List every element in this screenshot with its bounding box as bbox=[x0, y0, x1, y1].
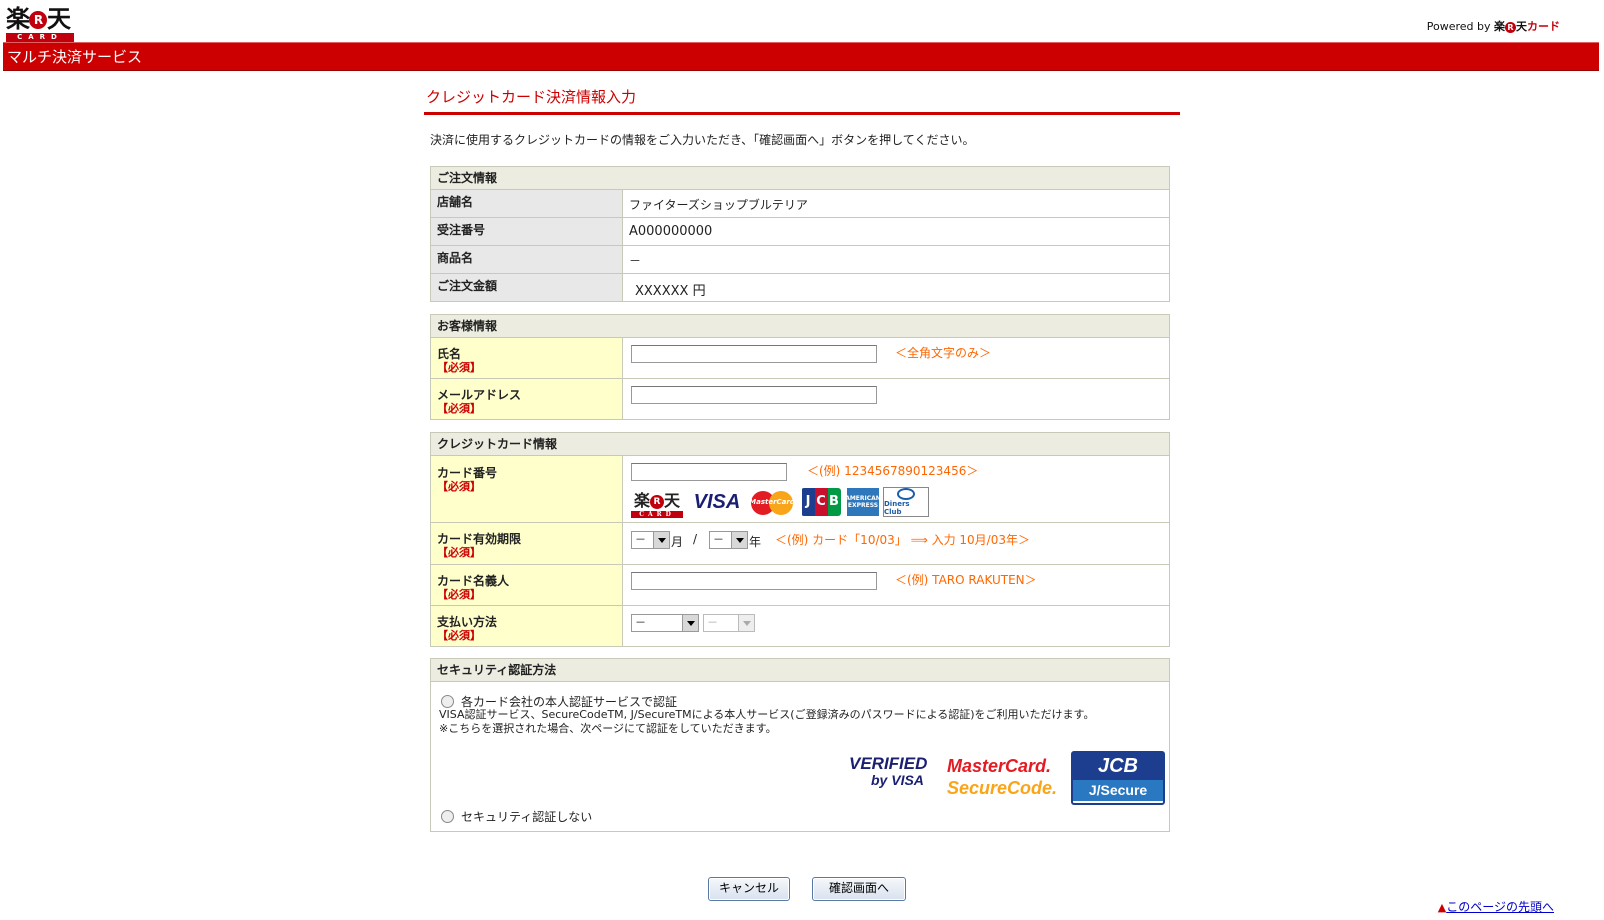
name-cell: ＜全角文字のみ＞ bbox=[623, 338, 1169, 378]
diners-club-logo: Diners Club bbox=[883, 487, 929, 517]
customer-row-name: 氏名 【必須】 ＜全角文字のみ＞ bbox=[431, 338, 1169, 379]
expiry-hint: ＜(例) カード「10/03」 ⟹ 入力 10月/03年＞ bbox=[775, 533, 1030, 547]
required-mark: 【必須】 bbox=[437, 629, 481, 642]
rakuten-card-brand-logo: 楽R天 CARD bbox=[631, 488, 683, 518]
security-title: セキュリティ認証方法 bbox=[431, 659, 1169, 682]
card-info-section: クレジットカード情報 カード番号 【必須】 ＜(例) 1234567890123… bbox=[430, 432, 1170, 647]
chevron-down-icon bbox=[731, 532, 747, 548]
required-mark: 【必須】 bbox=[437, 546, 481, 559]
year-unit: 年 bbox=[749, 535, 762, 549]
expiry-month-select[interactable]: － bbox=[631, 531, 670, 549]
mastercard-logo: MasterCard bbox=[749, 488, 795, 516]
shop-label: 店舗名 bbox=[431, 190, 623, 217]
order-row-amount: ご注文金額 XXXXXX 円 bbox=[431, 274, 1169, 301]
card-info-title: クレジットカード情報 bbox=[431, 433, 1169, 456]
card-number-hint: ＜(例) 1234567890123456＞ bbox=[807, 464, 979, 478]
customer-row-email: メールアドレス 【必須】 bbox=[431, 379, 1169, 419]
order-row-product: 商品名 － bbox=[431, 246, 1169, 274]
service-bar: マルチ決済サービス bbox=[3, 42, 1599, 71]
email-cell bbox=[623, 379, 1169, 419]
amex-logo: AMERICAN EXPRESS bbox=[845, 488, 881, 516]
card-row-payment: 支払い方法 【必須】 － － bbox=[431, 606, 1169, 646]
expiry-cell: － 月 / － 年 ＜(例) カード「10/03」 ⟹ 入力 10月/03年＞ bbox=[623, 523, 1169, 564]
name-label: 氏名 【必須】 bbox=[431, 338, 623, 378]
payment-label: 支払い方法 【必須】 bbox=[431, 606, 623, 646]
confirm-button[interactable]: 確認画面へ bbox=[812, 877, 906, 901]
jcb-jsecure-logo: JCB J/Secure bbox=[1071, 751, 1165, 805]
visa-logo: VISA bbox=[693, 490, 741, 513]
card-row-holder: カード名義人 【必須】 ＜(例) TARO RAKUTEN＞ bbox=[431, 565, 1169, 606]
card-holder-input[interactable] bbox=[631, 572, 877, 590]
powered-by: Powered by 楽 R 天カード bbox=[1426, 20, 1560, 33]
order-info-section: ご注文情報 店舗名 ファイターズショップブルテリア 受注番号 A00000000… bbox=[430, 166, 1170, 302]
order-info-title: ご注文情報 bbox=[431, 167, 1169, 190]
security-section: セキュリティ認証方法 各カード会社の本人認証サービスで認証 VISA認証サービス… bbox=[430, 658, 1170, 832]
holder-label: カード名義人 【必須】 bbox=[431, 565, 623, 605]
email-input[interactable] bbox=[631, 386, 877, 404]
chevron-down-icon bbox=[738, 615, 754, 631]
security-option-none[interactable]: セキュリティ認証しない bbox=[441, 808, 592, 825]
jcb-logo: JCB bbox=[801, 488, 841, 516]
holder-cell: ＜(例) TARO RAKUTEN＞ bbox=[623, 565, 1169, 605]
required-mark: 【必須】 bbox=[437, 402, 481, 415]
powered-by-brand-logo: 楽 R 天カード bbox=[1494, 20, 1560, 33]
holder-hint: ＜(例) TARO RAKUTEN＞ bbox=[895, 573, 1037, 587]
email-label: メールアドレス 【必須】 bbox=[431, 379, 623, 419]
mastercard-securecode-logo: MasterCard. SecureCode. bbox=[947, 756, 1058, 798]
payment-count-select[interactable]: － bbox=[703, 614, 755, 632]
payment-cell: － － bbox=[623, 606, 1169, 646]
required-mark: 【必須】 bbox=[437, 480, 481, 493]
order-row-number: 受注番号 A000000000 bbox=[431, 218, 1169, 246]
card-number-cell: ＜(例) 1234567890123456＞ 楽R天 CARD VISA Mas… bbox=[623, 456, 1169, 522]
service-title: マルチ決済サービス bbox=[7, 48, 143, 66]
security-description: VISA認証サービス、SecureCodeTM, J/SecureTMによる本人… bbox=[439, 708, 1095, 735]
page-heading: クレジットカード決済情報入力 bbox=[424, 86, 1180, 115]
radio-button[interactable] bbox=[441, 695, 454, 708]
name-hint: ＜全角文字のみ＞ bbox=[895, 346, 992, 360]
required-mark: 【必須】 bbox=[437, 588, 481, 601]
expiry-label: カード有効期限 【必須】 bbox=[431, 523, 623, 564]
amount-label: ご注文金額 bbox=[431, 274, 623, 301]
product-value: － bbox=[629, 254, 642, 268]
shop-value: ファイターズショップブルテリア bbox=[629, 198, 808, 212]
card-number-input[interactable] bbox=[631, 463, 787, 481]
up-triangle-icon: ▲ bbox=[1437, 901, 1447, 914]
order-number-label: 受注番号 bbox=[431, 218, 623, 245]
card-row-expiry: カード有効期限 【必須】 － 月 / － 年 ＜(例) カード「10/03」 ⟹… bbox=[431, 523, 1169, 565]
intro-text: 決済に使用するクレジットカードの情報をご入力いただき、「確認画面へ」ボタンを押し… bbox=[430, 133, 975, 147]
rakuten-card-logo: 楽R天 CARD bbox=[6, 6, 74, 42]
verified-by-visa-logo: VERIFIED by VISA bbox=[849, 754, 928, 788]
chevron-down-icon bbox=[653, 532, 669, 548]
cancel-button[interactable]: キャンセル bbox=[708, 877, 790, 901]
month-unit: 月 bbox=[671, 535, 684, 549]
amount-value: XXXXXX 円 bbox=[635, 284, 706, 299]
order-row-shop: 店舗名 ファイターズショップブルテリア bbox=[431, 190, 1169, 218]
card-number-label: カード番号 【必須】 bbox=[431, 456, 623, 522]
required-mark: 【必須】 bbox=[437, 361, 481, 374]
card-row-number: カード番号 【必須】 ＜(例) 1234567890123456＞ 楽R天 CA… bbox=[431, 456, 1169, 523]
page-top-link[interactable]: ▲このページの先頭へ bbox=[1438, 898, 1554, 915]
expiry-separator: / bbox=[693, 532, 698, 546]
expiry-year-select[interactable]: － bbox=[709, 531, 748, 549]
chevron-down-icon bbox=[682, 615, 698, 631]
radio-button[interactable] bbox=[441, 810, 454, 823]
name-input[interactable] bbox=[631, 345, 877, 363]
customer-info-title: お客様情報 bbox=[431, 315, 1169, 338]
customer-info-section: お客様情報 氏名 【必須】 ＜全角文字のみ＞ メールアドレス 【必須】 bbox=[430, 314, 1170, 420]
product-label: 商品名 bbox=[431, 246, 623, 273]
order-number-value: A000000000 bbox=[629, 224, 713, 239]
payment-method-select[interactable]: － bbox=[631, 614, 699, 632]
